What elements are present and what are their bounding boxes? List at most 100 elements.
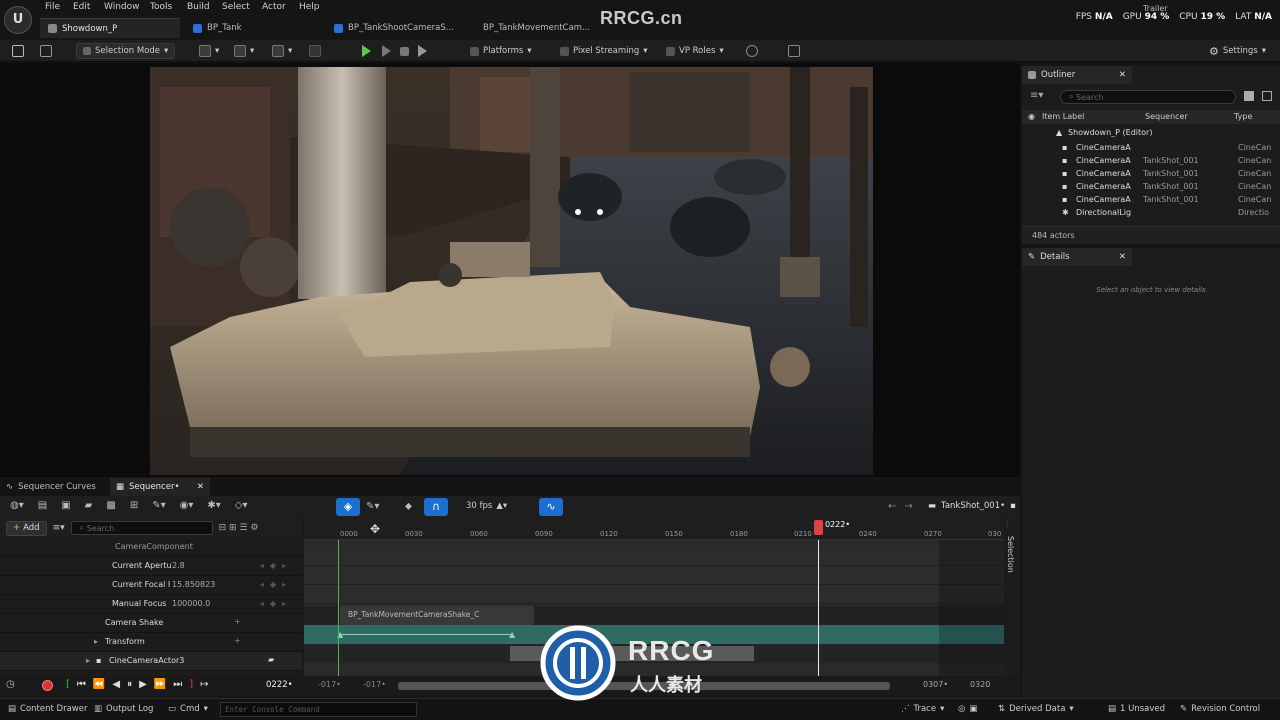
details-tab[interactable]: ✎ Details ✕	[1022, 248, 1132, 266]
time-ruler[interactable]: 0000 0030 0060 0090 0120 0150 0180 0210 …	[304, 518, 1004, 540]
track-value[interactable]: 15.850823	[172, 580, 215, 589]
play-icon[interactable]	[358, 43, 375, 59]
close-icon[interactable]: ✕	[1119, 252, 1126, 262]
outliner-row[interactable]: ▪ CineCameraA CineCan	[1022, 142, 1280, 155]
outliner-row[interactable]: ▪ CineCameraA TankShot_001 CineCan	[1022, 155, 1280, 168]
browse-icon[interactable]: ▣	[61, 500, 70, 511]
revision-control-dropdown[interactable]: ✎ Revision Control	[1180, 704, 1260, 714]
keyframe-icon[interactable]: ▲	[509, 630, 515, 639]
forward-arrow-icon[interactable]: →	[904, 501, 912, 512]
track-value[interactable]: 2.8	[172, 561, 185, 570]
add-section-icon[interactable]: +	[234, 636, 241, 645]
sequence-name-breadcrumb[interactable]: ▬ TankShot_001• ▪	[928, 501, 1016, 511]
camera-cut-icon[interactable]: ▰	[268, 655, 274, 664]
pause-icon[interactable]: ⏸	[127, 679, 132, 690]
track-row[interactable]: ▸ Transform +	[0, 633, 302, 652]
clock-icon[interactable]: ◷	[6, 679, 15, 690]
browse-icon[interactable]	[36, 43, 56, 59]
console-command-input[interactable]: Enter Console Command	[220, 702, 417, 717]
trace-dropdown[interactable]: ⋰ Trace ▾	[901, 704, 944, 714]
derived-data-dropdown[interactable]: ⇅ Derived Data ▾	[998, 704, 1074, 714]
eject-icon[interactable]	[414, 43, 431, 59]
keyframe-nav-icons[interactable]: ◂◆▸	[260, 599, 292, 608]
camera-capture-icons[interactable]: ◎ ▣	[958, 704, 977, 714]
next-key-icon[interactable]: ⏩	[154, 679, 166, 690]
paint-icon[interactable]: ✎▾	[366, 501, 379, 512]
source-control-icon[interactable]	[742, 43, 762, 59]
set-end-icon[interactable]: ]	[189, 679, 193, 690]
outliner-row[interactable]: ▪ CineCameraA TankShot_001 CineCan	[1022, 181, 1280, 194]
step-icon[interactable]	[378, 43, 395, 59]
snap-icon[interactable]: ✱▾	[207, 500, 220, 511]
play-icon[interactable]: ▶	[139, 679, 147, 690]
curve-editor-button[interactable]: ∿	[539, 498, 563, 516]
menu-edit[interactable]: Edit	[73, 2, 90, 12]
outliner-row[interactable]: ▪ CineCameraA TankShot_001 CineCan	[1022, 168, 1280, 181]
add-folder-icon[interactable]	[1244, 91, 1254, 101]
doc-tab-showdown[interactable]: Showdown_P	[40, 18, 180, 38]
camera-icon[interactable]: ▰	[85, 500, 93, 511]
magnet-snap-button[interactable]: ∩	[424, 498, 448, 516]
fps-dropdown[interactable]: 30 fps ▲▾	[466, 501, 507, 511]
wrench-icon[interactable]: ✎▾	[152, 500, 165, 511]
view-range-end[interactable]: 0307•	[923, 680, 948, 689]
save-icon[interactable]	[8, 43, 28, 59]
keyframe-nav-icons[interactable]: ◂◆▸	[260, 561, 292, 570]
cinematics-icon[interactable]: ▾	[268, 43, 296, 59]
loop-icon[interactable]: ↦	[200, 679, 208, 690]
expand-arrow-icon[interactable]: ▸	[86, 656, 90, 665]
menu-window[interactable]: Window	[104, 2, 140, 12]
build-icon[interactable]	[305, 43, 325, 59]
filter-icon[interactable]: ≡▾	[1030, 90, 1043, 101]
outliner-row[interactable]: ▪ CineCameraA TankShot_001 CineCan	[1022, 194, 1280, 207]
pixel-streaming-dropdown[interactable]: Pixel Streaming ▾	[556, 43, 652, 59]
step-back-icon[interactable]: ◀	[112, 679, 120, 690]
col-type[interactable]: Type	[1234, 112, 1252, 121]
camera-shake-section[interactable]: BP_TankMovementCameraShake_C	[340, 606, 534, 625]
output-log-button[interactable]: ▥ Output Log	[94, 704, 153, 714]
tab-sequencer-curves[interactable]: ∿ Sequencer Curves	[6, 480, 96, 494]
prev-key-icon[interactable]: ⏪	[93, 679, 105, 690]
selection-sidebar[interactable]: ⫶ Selection	[1004, 518, 1020, 676]
content-drawer-button[interactable]: ▤ Content Drawer	[8, 704, 87, 714]
menu-actor[interactable]: Actor	[262, 2, 286, 12]
menu-build[interactable]: Build	[187, 2, 210, 12]
outliner-root-row[interactable]: ▲ Showdown_P (Editor)	[1022, 127, 1280, 140]
track-view-icons[interactable]: ⊟ ⊞ ☰ ⚙	[219, 523, 259, 533]
sliders-icon[interactable]: ⫶	[1006, 520, 1008, 530]
track-value[interactable]: 100000.0	[172, 599, 210, 608]
keyframe-nav-icons[interactable]: ◂◆▸	[260, 580, 292, 589]
view-range-start[interactable]: -017•	[318, 680, 341, 689]
expand-arrow-icon[interactable]: ▸	[94, 637, 98, 646]
vp-roles-dropdown[interactable]: VP Roles ▾	[662, 43, 728, 59]
close-icon[interactable]: ✕	[1119, 70, 1126, 80]
outliner-row[interactable]: ✱ DirectionalLig Directio	[1022, 207, 1280, 220]
key-diamond-icon[interactable]: ◇▾	[235, 500, 248, 511]
working-range-start[interactable]: -017•	[363, 680, 386, 689]
menu-help[interactable]: Help	[299, 2, 320, 12]
layout-icon[interactable]	[784, 43, 804, 59]
world-icon[interactable]: ◍▾	[10, 500, 24, 511]
track-row[interactable]: ▸ ▪ CineCameraActor3 ▰	[0, 652, 302, 671]
jump-start-icon[interactable]: ⏮	[77, 679, 86, 690]
add-track-button[interactable]: + Add	[6, 520, 47, 536]
current-frame-field[interactable]: 0222•	[266, 680, 293, 690]
col-sequencer[interactable]: Sequencer	[1145, 112, 1188, 121]
cmd-dropdown[interactable]: ▭ Cmd ▾	[168, 704, 208, 714]
track-row[interactable]: Current Focal I 15.850823 ◂◆▸	[0, 576, 302, 595]
unsaved-button[interactable]: ▤ 1 Unsaved	[1108, 704, 1165, 714]
marker-icon[interactable]: ⬥	[405, 501, 412, 512]
track-row[interactable]: Camera Shake +	[0, 614, 302, 633]
selection-mode-dropdown[interactable]: Selection Mode ▾	[76, 43, 176, 59]
menu-file[interactable]: File	[45, 2, 60, 12]
working-range-end[interactable]: 0320	[970, 680, 990, 689]
playhead-handle[interactable]	[814, 520, 823, 535]
record-button[interactable]	[42, 680, 53, 691]
eye-icon[interactable]: ◉▾	[180, 500, 194, 511]
back-arrow-icon[interactable]: ←	[888, 501, 896, 512]
auto-key-button[interactable]: ◈	[336, 498, 360, 516]
add-actor-icon[interactable]: ▾	[195, 43, 223, 59]
outliner-tab[interactable]: Outliner ✕	[1022, 66, 1132, 84]
settings-dropdown[interactable]: ⚙ Settings ▾	[1205, 43, 1270, 59]
platforms-dropdown[interactable]: Platforms ▾	[466, 43, 536, 59]
